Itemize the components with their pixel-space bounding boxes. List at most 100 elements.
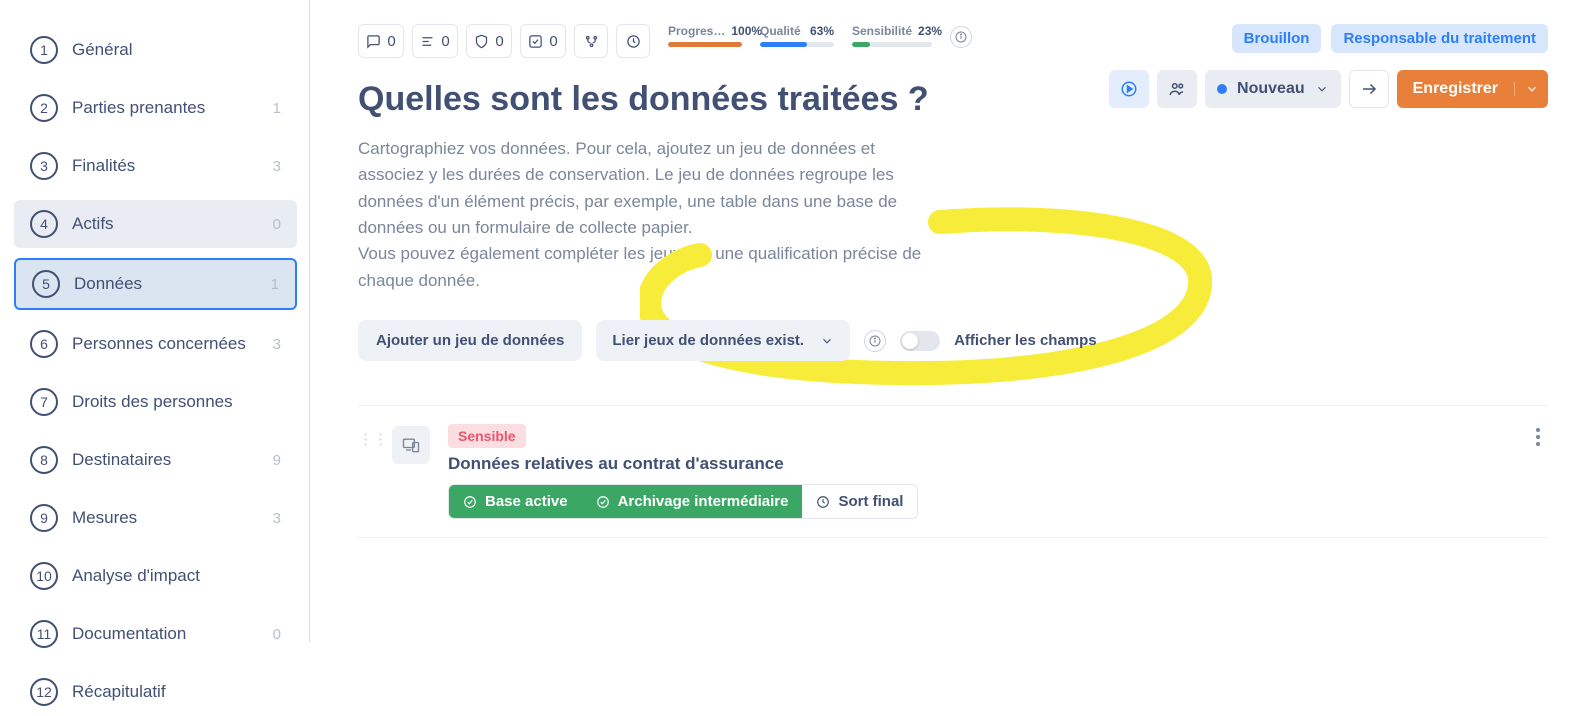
status-dot-icon <box>1217 84 1227 94</box>
step-number: 1 <box>30 36 58 64</box>
sidebar-item-actifs[interactable]: 4 Actifs 0 <box>14 200 297 248</box>
meter-quality: Qualité63% <box>760 24 834 47</box>
status-badges: Brouillon Responsable du traitement <box>1232 24 1548 53</box>
clock-icon <box>816 495 830 509</box>
sidebar-item-general[interactable]: 1 Général <box>14 26 297 74</box>
drag-handle[interactable]: ⋮⋮ <box>358 424 374 448</box>
play-icon <box>1120 80 1138 98</box>
save-button[interactable]: Enregistrer <box>1397 70 1548 108</box>
users-icon <box>1168 80 1186 98</box>
page-description: Cartographiez vos données. Pour cela, aj… <box>358 136 938 294</box>
pill-count: 0 <box>549 33 557 50</box>
chip-sort-final[interactable]: Sort final <box>802 485 917 518</box>
meter-sensitivity: Sensibilité23% <box>852 24 932 47</box>
dataset-card: ⋮⋮ Sensible Données relatives au contrat… <box>358 405 1548 538</box>
sidebar-item-label: Personnes concernées <box>72 334 259 354</box>
save-button-label: Enregistrer <box>1397 80 1514 98</box>
dataset-icon <box>392 426 430 464</box>
chevron-down-icon <box>1525 82 1539 96</box>
meter-value: 63% <box>810 24 834 38</box>
sidebar-item-label: Données <box>74 274 257 294</box>
shield-pill[interactable]: 0 <box>466 24 512 58</box>
step-number: 3 <box>30 152 58 180</box>
sidebar-item-label: Destinataires <box>72 450 259 470</box>
sidebar-item-donnees[interactable]: 5 Données 1 <box>14 258 297 310</box>
sidebar-item-label: Droits des personnes <box>72 392 267 412</box>
status-dropdown[interactable]: Nouveau <box>1205 70 1341 108</box>
step-number: 8 <box>30 446 58 474</box>
comment-icon <box>366 34 381 49</box>
sidebar-item-label: Finalités <box>72 156 259 176</box>
arrow-right-icon <box>1360 80 1378 98</box>
sidebar-item-mesures[interactable]: 9 Mesures 3 <box>14 494 297 542</box>
sidebar-item-personnes[interactable]: 6 Personnes concernées 3 <box>14 320 297 368</box>
chip-label: Base active <box>485 493 568 510</box>
main-content: 0 0 0 0 <box>310 0 1596 642</box>
clock-icon <box>626 34 641 49</box>
sidebar-item-count: 3 <box>273 158 281 175</box>
show-fields-toggle[interactable] <box>900 331 940 351</box>
step-number: 5 <box>32 270 60 298</box>
link-info-button[interactable] <box>864 330 886 352</box>
sidebar-item-count: 1 <box>273 100 281 117</box>
step-number: 7 <box>30 388 58 416</box>
show-fields-label: Afficher les champs <box>954 332 1097 349</box>
sidebar-item-label: Parties prenantes <box>72 98 259 118</box>
users-button[interactable] <box>1157 70 1197 108</box>
sidebar-item-count: 0 <box>273 626 281 643</box>
sidebar-item-label: Documentation <box>72 624 259 644</box>
devices-icon <box>401 435 421 455</box>
shield-icon <box>474 34 489 49</box>
step-number: 11 <box>30 620 58 648</box>
sidebar-item-droits[interactable]: 7 Droits des personnes <box>14 378 297 426</box>
meter-progress: Progres…100% <box>668 24 742 47</box>
step-number: 2 <box>30 94 58 122</box>
step-number: 10 <box>30 562 58 590</box>
pill-count: 0 <box>495 33 503 50</box>
sidebar-item-parties[interactable]: 2 Parties prenantes 1 <box>14 84 297 132</box>
chip-label: Archivage intermédiaire <box>618 493 789 510</box>
chip-label: Sort final <box>838 493 903 510</box>
card-menu-button[interactable] <box>1536 428 1540 446</box>
branch-icon <box>584 34 599 49</box>
sidebar-item-recapitulatif[interactable]: 12 Récapitulatif <box>14 668 297 716</box>
sidebar-item-finalites[interactable]: 3 Finalités 3 <box>14 142 297 190</box>
play-button[interactable] <box>1109 70 1149 108</box>
chevron-down-icon <box>1315 82 1329 96</box>
retention-chips: Base active Archivage intermédiaire Sort… <box>448 484 918 519</box>
link-dataset-dropdown[interactable]: Lier jeux de données exist. <box>596 320 850 361</box>
pill-count: 0 <box>441 33 449 50</box>
sidebar-item-label: Actifs <box>72 214 259 234</box>
info-icon <box>869 335 881 347</box>
chip-archivage[interactable]: Archivage intermédiaire <box>582 485 803 518</box>
chevron-down-icon <box>820 334 834 348</box>
status-label: Nouveau <box>1237 80 1305 98</box>
sidebar-item-destinataires[interactable]: 8 Destinataires 9 <box>14 436 297 484</box>
sliders-icon <box>420 34 435 49</box>
sensitive-badge: Sensible <box>448 424 526 448</box>
sidebar-item-analyse[interactable]: 10 Analyse d'impact <box>14 552 297 600</box>
next-button[interactable] <box>1349 70 1389 108</box>
sidebar-item-count: 3 <box>273 510 281 527</box>
chip-base-active[interactable]: Base active <box>449 485 582 518</box>
sidebar-item-label: Récapitulatif <box>72 682 267 702</box>
info-icon <box>955 31 967 43</box>
sidebar-item-label: Analyse d'impact <box>72 566 267 586</box>
check-circle-icon <box>596 495 610 509</box>
pill-count: 0 <box>387 33 395 50</box>
sidebar-item-count: 3 <box>273 336 281 353</box>
comments-pill[interactable]: 0 <box>358 24 404 58</box>
meters-info-icon[interactable] <box>950 26 972 48</box>
branch-button[interactable] <box>574 24 608 58</box>
tasks-pill[interactable]: 0 <box>412 24 458 58</box>
sidebar-item-documentation[interactable]: 11 Documentation 0 <box>14 610 297 658</box>
history-button[interactable] <box>616 24 650 58</box>
check-pill[interactable]: 0 <box>520 24 566 58</box>
add-dataset-button[interactable]: Ajouter un jeu de données <box>358 320 582 361</box>
save-button-dropdown[interactable] <box>1514 82 1548 96</box>
step-number: 6 <box>30 330 58 358</box>
data-actions-row: Ajouter un jeu de données Lier jeux de d… <box>358 320 1548 361</box>
step-number: 9 <box>30 504 58 532</box>
meter-label: Sensibilité <box>852 24 912 38</box>
role-badge: Responsable du traitement <box>1331 24 1548 53</box>
